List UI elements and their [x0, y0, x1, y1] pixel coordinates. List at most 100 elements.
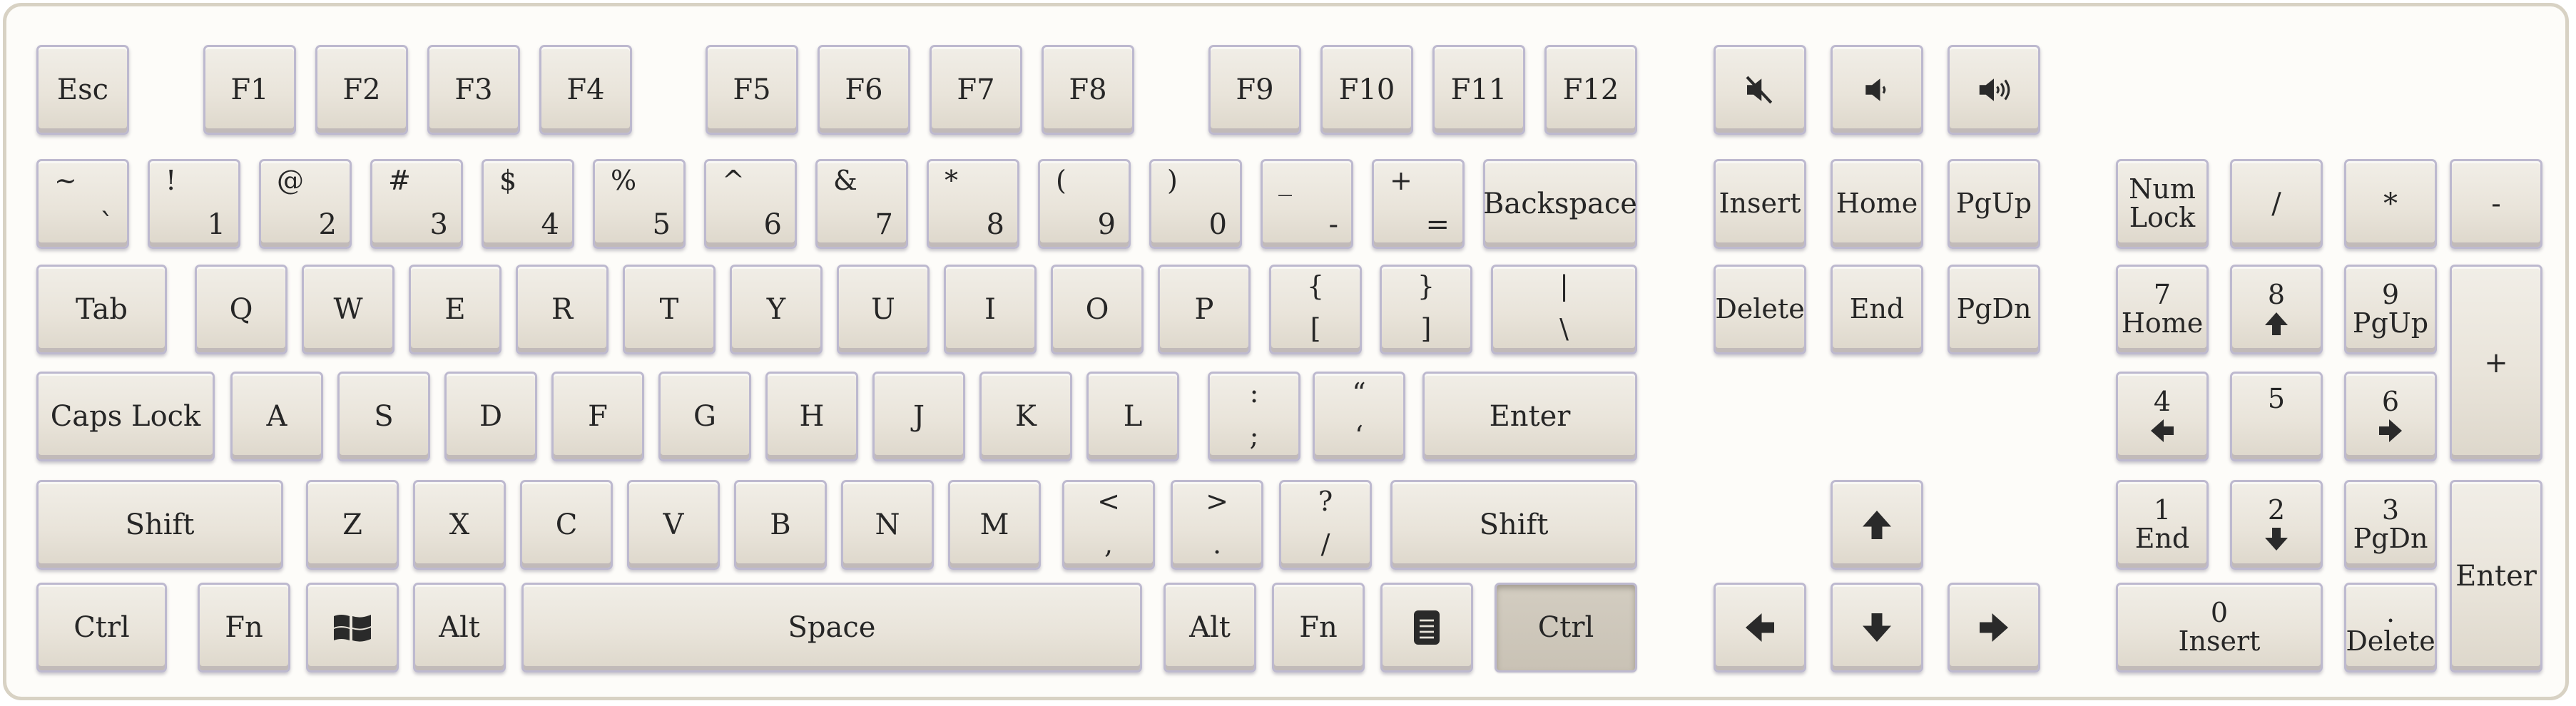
key-7[interactable]: & 7 [815, 159, 908, 249]
key-numpad-6[interactable]: 6 [2344, 372, 2437, 461]
key-f2[interactable]: F2 [315, 45, 408, 135]
key-esc[interactable]: Esc [36, 45, 129, 135]
key-arrow-left[interactable] [1714, 583, 1806, 672]
key-minus[interactable]: _ - [1261, 159, 1353, 249]
key-tilde[interactable]: ~ ` [36, 159, 129, 249]
key-3[interactable]: #3 [370, 159, 463, 249]
key-n[interactable]: N [841, 480, 934, 570]
key-numpad-multiply[interactable]: * [2344, 159, 2437, 249]
key-backspace[interactable]: Backspace [1483, 159, 1637, 249]
key-numpad-1[interactable]: 1 End [2116, 480, 2209, 570]
key-numpad-5[interactable]: 5 [2230, 372, 2323, 461]
key-j[interactable]: J [872, 372, 965, 461]
key-u[interactable]: U [837, 265, 930, 354]
key-s[interactable]: S [337, 372, 430, 461]
key-shift-left[interactable]: Shift [36, 480, 283, 570]
key-shift-right[interactable]: Shift [1390, 480, 1637, 570]
key-volume-up[interactable] [1948, 45, 2040, 135]
key-f6[interactable]: F6 [818, 45, 910, 135]
key-windows[interactable] [306, 583, 399, 672]
key-arrow-down[interactable] [1831, 583, 1923, 672]
key-right-bracket[interactable]: }] [1380, 265, 1472, 354]
key-f5[interactable]: F5 [706, 45, 798, 135]
key-k[interactable]: K [979, 372, 1072, 461]
key-enter[interactable]: Enter [1422, 372, 1637, 461]
key-x[interactable]: X [413, 480, 506, 570]
key-fn-left[interactable]: Fn [198, 583, 290, 672]
key-f11[interactable]: F11 [1432, 45, 1525, 135]
key-z[interactable]: Z [306, 480, 399, 570]
key-i[interactable]: I [944, 265, 1037, 354]
key-a[interactable]: A [230, 372, 323, 461]
key-f9[interactable]: F9 [1208, 45, 1301, 135]
key-f3[interactable]: F3 [427, 45, 520, 135]
key-ctrl-right[interactable]: Ctrl [1495, 583, 1637, 672]
key-1[interactable]: ! 1 [148, 159, 240, 249]
key-numpad-0[interactable]: 0 Insert [2116, 583, 2323, 672]
key-q[interactable]: Q [195, 265, 287, 354]
key-2[interactable]: @2 [259, 159, 352, 249]
key-space[interactable]: Space [521, 583, 1142, 672]
key-8[interactable]: * 8 [927, 159, 1019, 249]
key-numpad-minus[interactable]: - [2450, 159, 2542, 249]
key-6[interactable]: ^ 6 [704, 159, 797, 249]
key-numpad-4[interactable]: 4 [2116, 372, 2209, 461]
key-equals[interactable]: + = [1372, 159, 1465, 249]
key-context-menu[interactable] [1380, 583, 1473, 672]
key-f7[interactable]: F7 [930, 45, 1022, 135]
key-numpad-decimal[interactable]: . Delete [2344, 583, 2437, 672]
key-f12[interactable]: F12 [1544, 45, 1637, 135]
key-numpad-7[interactable]: 7 Home [2116, 265, 2209, 354]
key-end[interactable]: End [1831, 265, 1923, 354]
key-tab[interactable]: Tab [36, 265, 167, 354]
key-w[interactable]: W [302, 265, 394, 354]
key-slash[interactable]: ? / [1279, 480, 1372, 570]
key-l[interactable]: L [1086, 372, 1179, 461]
key-f[interactable]: F [551, 372, 644, 461]
key-caps-lock[interactable]: Caps Lock [36, 372, 215, 461]
key-numpad-enter[interactable]: Enter [2450, 480, 2542, 672]
key-quote[interactable]: “‘ [1313, 372, 1405, 461]
key-b[interactable]: B [734, 480, 827, 570]
key-t[interactable]: T [623, 265, 716, 354]
key-v[interactable]: V [627, 480, 720, 570]
key-numpad-3[interactable]: 3 PgDn [2344, 480, 2437, 570]
key-4[interactable]: $4 [482, 159, 574, 249]
key-numpad-plus[interactable]: + [2450, 265, 2542, 461]
key-left-bracket[interactable]: {[ [1269, 265, 1362, 354]
key-f4[interactable]: F4 [539, 45, 632, 135]
key-p[interactable]: P [1158, 265, 1251, 354]
key-numpad-8[interactable]: 8 [2230, 265, 2323, 354]
key-mute[interactable] [1714, 45, 1806, 135]
key-numpad-2[interactable]: 2 [2230, 480, 2323, 570]
key-e[interactable]: E [409, 265, 502, 354]
key-f10[interactable]: F10 [1320, 45, 1413, 135]
key-0[interactable]: ) 0 [1149, 159, 1242, 249]
key-d[interactable]: D [444, 372, 537, 461]
key-alt-left[interactable]: Alt [413, 583, 506, 672]
key-r[interactable]: R [516, 265, 609, 354]
key-page-down[interactable]: PgDn [1948, 265, 2040, 354]
key-arrow-right[interactable] [1948, 583, 2040, 672]
key-c[interactable]: C [520, 480, 613, 570]
key-semicolon[interactable]: :; [1208, 372, 1300, 461]
key-y[interactable]: Y [730, 265, 823, 354]
key-page-up[interactable]: PgUp [1948, 159, 2040, 249]
key-alt-right[interactable]: Alt [1164, 583, 1256, 672]
key-delete[interactable]: Delete [1714, 265, 1806, 354]
key-9[interactable]: (9 [1038, 159, 1131, 249]
key-period[interactable]: >. [1171, 480, 1263, 570]
key-num-lock[interactable]: Num Lock [2116, 159, 2209, 249]
key-arrow-up[interactable] [1831, 480, 1923, 570]
key-o[interactable]: O [1051, 265, 1144, 354]
key-h[interactable]: H [765, 372, 858, 461]
key-f1[interactable]: F1 [203, 45, 296, 135]
key-insert[interactable]: Insert [1714, 159, 1806, 249]
key-f8[interactable]: F8 [1042, 45, 1134, 135]
key-g[interactable]: G [658, 372, 751, 461]
key-m[interactable]: M [948, 480, 1041, 570]
key-5[interactable]: % 5 [593, 159, 686, 249]
key-volume-down[interactable] [1831, 45, 1923, 135]
key-backslash[interactable]: | \ [1491, 265, 1637, 354]
key-comma[interactable]: <, [1062, 480, 1155, 570]
